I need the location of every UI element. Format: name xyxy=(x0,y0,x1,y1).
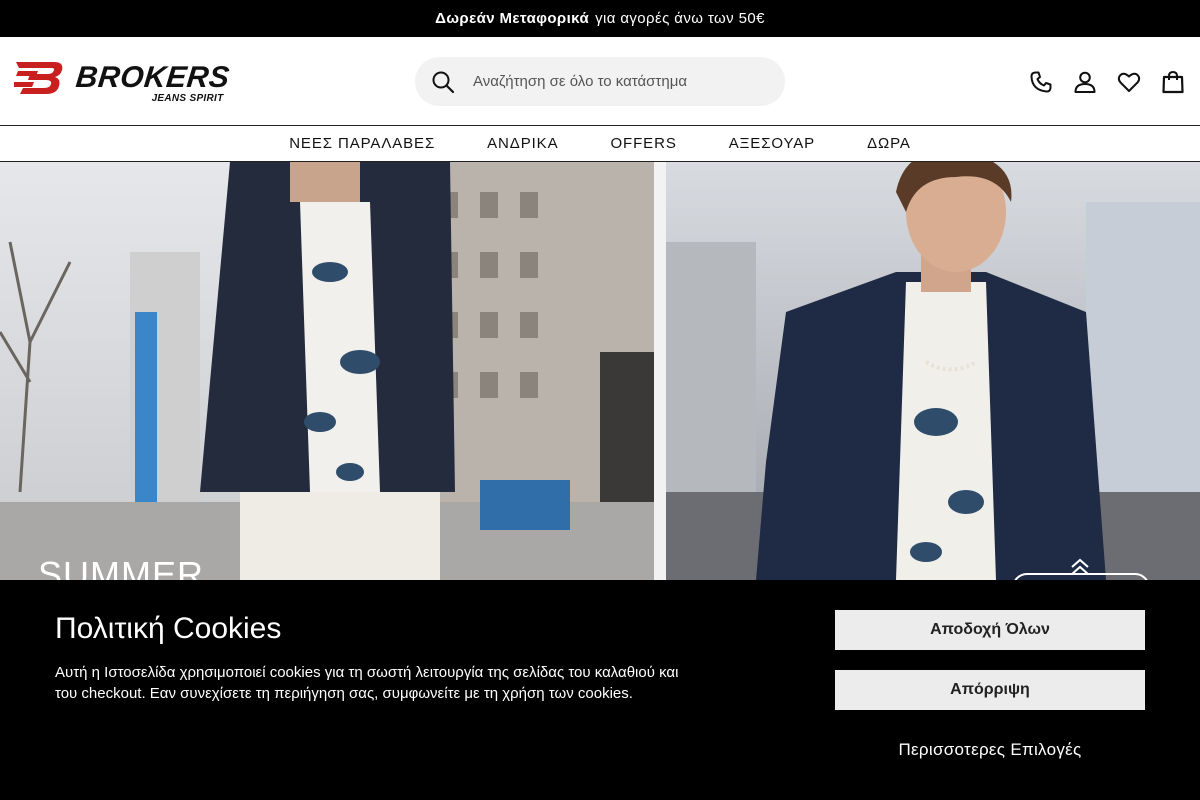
site-header: BROKERS JEANS SPIRIT xyxy=(0,37,1200,126)
nav-item-offers[interactable]: OFFERS xyxy=(610,135,676,152)
brand-logo[interactable]: BROKERS JEANS SPIRIT xyxy=(14,55,259,104)
search-icon[interactable] xyxy=(431,70,455,94)
main-nav: ΝΕΕΣ ΠΑΡΑΛΑΒΕΣ ΑΝΔΡΙΚΑ OFFERS ΑΞΕΣΟΥΑΡ Δ… xyxy=(0,126,1200,162)
accept-all-button[interactable]: Αποδοχή Όλων xyxy=(835,610,1145,650)
cookie-banner: Πολιτική Cookies Αυτή η Ιστοσελίδα χρησι… xyxy=(0,580,1200,800)
cookie-title: Πολιτική Cookies xyxy=(55,612,282,645)
nav-item-gifts[interactable]: ΔΩΡΑ xyxy=(867,135,911,152)
cart-icon[interactable] xyxy=(1160,69,1186,95)
hero-title: SUMMER xyxy=(38,554,204,580)
cookie-text: Αυτή η Ιστοσελίδα χρησιμοποιεί cookies γ… xyxy=(55,664,679,702)
logo-mark-icon xyxy=(14,62,63,94)
more-options-link[interactable]: Περισσοτερες Επιλογές xyxy=(835,740,1145,760)
reject-button[interactable]: Απόρριψη xyxy=(835,670,1145,710)
search-bar[interactable] xyxy=(415,57,785,106)
announcement-bold: Δωρεάν Μεταφορικά xyxy=(435,10,590,27)
hero-banner[interactable]: SUMMER xyxy=(0,162,1200,580)
logo-wordmark: BROKERS JEANS SPIRIT xyxy=(74,61,232,104)
nav-item-new-arrivals[interactable]: ΝΕΕΣ ΠΑΡΑΛΑΒΕΣ xyxy=(289,135,435,152)
hero-pill-button[interactable] xyxy=(1012,573,1150,580)
announcement-bar: Δωρεάν Μεταφορικά για αγορές άνω των 50€ xyxy=(0,0,1200,37)
search-input[interactable] xyxy=(473,73,763,90)
hero-image-left[interactable] xyxy=(0,162,654,580)
phone-icon[interactable] xyxy=(1028,69,1054,95)
announcement-text: για αγορές άνω των 50€ xyxy=(595,10,765,27)
hero-divider xyxy=(654,162,666,580)
logo-word: BROKERS xyxy=(74,61,232,94)
nav-item-men[interactable]: ΑΝΔΡΙΚΑ xyxy=(487,135,558,152)
nav-item-accessories[interactable]: ΑΞΕΣΟΥΑΡ xyxy=(729,135,815,152)
account-icon[interactable] xyxy=(1072,69,1098,95)
header-actions xyxy=(1010,69,1186,95)
hero-image-right[interactable] xyxy=(666,162,1200,580)
logo-subtitle: JEANS SPIRIT xyxy=(151,93,224,104)
wishlist-icon[interactable] xyxy=(1116,69,1142,95)
